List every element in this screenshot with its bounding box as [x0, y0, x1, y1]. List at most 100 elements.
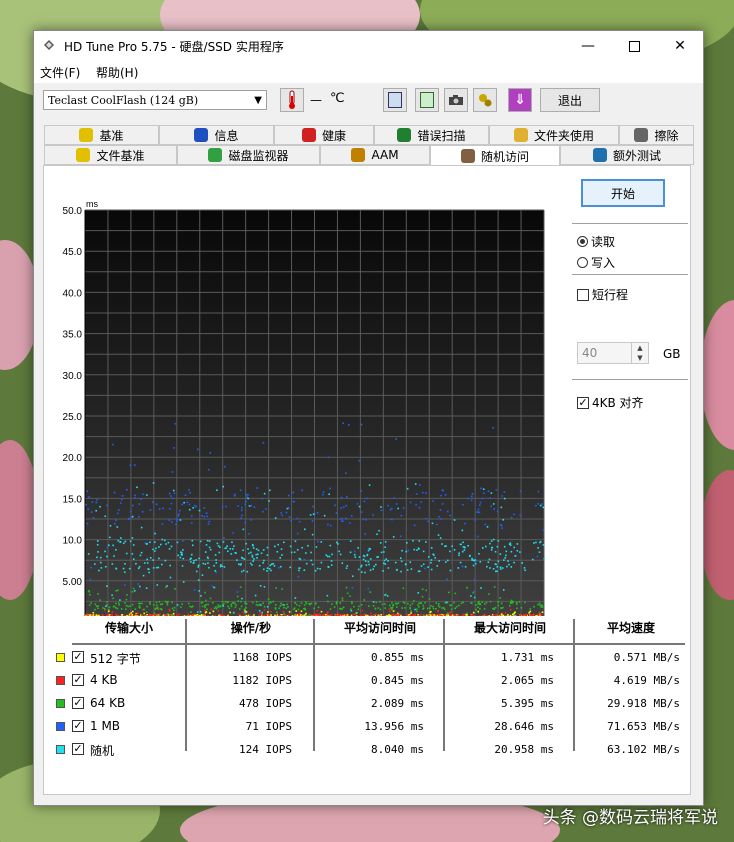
- data-point: [471, 602, 473, 604]
- spin-buttons[interactable]: ▲ ▼: [631, 343, 648, 363]
- data-point: [478, 504, 481, 506]
- start-button[interactable]: 开始: [581, 179, 665, 207]
- data-point: [263, 585, 266, 588]
- data-point: [304, 615, 307, 616]
- copy-image-button[interactable]: [415, 88, 439, 112]
- data-point: [395, 503, 398, 505]
- data-point: [509, 614, 512, 616]
- screenshot-button[interactable]: [444, 88, 468, 112]
- series-checkbox[interactable]: ✓: [72, 651, 84, 663]
- tab-bulb[interactable]: 文件基准: [44, 145, 177, 165]
- data-point: [131, 603, 134, 606]
- bulb-icon: [76, 148, 91, 162]
- data-point: [435, 614, 438, 616]
- data-point: [493, 586, 496, 588]
- tab-random-access[interactable]: 随机访问: [430, 145, 560, 166]
- data-point: [129, 605, 131, 608]
- data-point: [540, 614, 542, 616]
- data-point: [121, 495, 124, 497]
- tab-info[interactable]: 信息: [159, 125, 274, 145]
- data-point: [141, 615, 143, 616]
- minimize-button[interactable]: —: [565, 31, 611, 61]
- data-point: [435, 523, 438, 526]
- write-radio[interactable]: 写入: [577, 254, 615, 271]
- tab-plus[interactable]: 健康: [274, 125, 374, 145]
- data-point: [478, 552, 480, 555]
- menu-file[interactable]: 文件(F): [40, 64, 80, 81]
- data-point: [395, 602, 397, 605]
- data-point: [255, 600, 258, 603]
- data-point: [227, 600, 229, 603]
- data-point: [451, 545, 454, 548]
- data-point: [278, 615, 281, 616]
- spin-down-icon[interactable]: ▼: [632, 353, 648, 363]
- data-point: [165, 613, 168, 616]
- iops-value: 124 IOPS: [239, 743, 292, 756]
- data-point: [424, 517, 427, 520]
- options-button[interactable]: [473, 88, 497, 112]
- tab-magnifier[interactable]: 错误扫描: [374, 125, 489, 145]
- tab-speaker[interactable]: AAM: [320, 145, 430, 165]
- drive-select[interactable]: Teclast CoolFlash (124 gB) ▼: [43, 90, 267, 110]
- data-point: [363, 599, 366, 601]
- data-point: [323, 615, 326, 616]
- data-point: [143, 608, 145, 611]
- copy-text-button[interactable]: [383, 88, 407, 112]
- y-tick-label: 50.0: [63, 206, 83, 217]
- data-point: [230, 553, 233, 555]
- data-point: [410, 568, 413, 570]
- data-point: [370, 612, 372, 614]
- maximize-button[interactable]: [611, 31, 657, 61]
- tab-grid[interactable]: 额外测试: [560, 145, 694, 165]
- data-point: [95, 614, 98, 616]
- data-point: [243, 614, 245, 616]
- tab-trash[interactable]: 擦除: [619, 125, 694, 145]
- data-point: [516, 549, 519, 552]
- data-point: [231, 602, 234, 604]
- data-point: [331, 553, 333, 556]
- data-point: [227, 550, 229, 553]
- save-button[interactable]: ⇓: [508, 88, 532, 112]
- data-point: [151, 501, 154, 504]
- data-point: [237, 600, 240, 602]
- tab-folder[interactable]: 文件夹使用: [489, 125, 619, 145]
- data-point: [268, 567, 271, 570]
- data-point: [169, 576, 172, 579]
- series-checkbox[interactable]: ✓: [72, 697, 84, 709]
- data-point: [481, 547, 484, 549]
- data-point: [235, 604, 237, 606]
- exit-button[interactable]: 退出: [540, 88, 600, 112]
- align-4kb-checkbox[interactable]: ✓ 4KB 对齐: [577, 394, 644, 411]
- temperature-button[interactable]: [280, 88, 304, 112]
- short-stroke-checkbox[interactable]: 短行程: [577, 286, 628, 303]
- read-radio[interactable]: 读取: [577, 233, 615, 250]
- data-point: [410, 612, 412, 614]
- data-point: [269, 489, 271, 492]
- short-stroke-input[interactable]: 40 ▲ ▼: [577, 342, 649, 364]
- tab-monitor-chart[interactable]: 磁盘监视器: [177, 145, 320, 165]
- data-point: [298, 520, 301, 523]
- data-point: [115, 519, 117, 522]
- data-point: [488, 593, 490, 595]
- data-point: [282, 610, 285, 613]
- iops-value: 1182 IOPS: [232, 674, 292, 687]
- menu-help[interactable]: 帮助(H): [96, 64, 138, 81]
- data-point: [158, 508, 161, 510]
- data-point: [443, 615, 446, 616]
- spin-up-icon[interactable]: ▲: [632, 343, 648, 353]
- data-point: [214, 570, 217, 572]
- series-checkbox[interactable]: ✓: [72, 743, 84, 755]
- data-point: [117, 602, 120, 604]
- data-point: [229, 611, 232, 614]
- data-point: [288, 516, 291, 518]
- tab-label: 磁盘监视器: [228, 148, 289, 163]
- data-point: [473, 596, 476, 599]
- series-checkbox[interactable]: ✓: [72, 674, 84, 686]
- series-checkbox[interactable]: ✓: [72, 720, 84, 732]
- tab-bulb[interactable]: 基准: [44, 125, 159, 145]
- data-point: [135, 562, 137, 565]
- data-point: [120, 608, 123, 610]
- read-radio-dot: [577, 236, 588, 247]
- close-button[interactable]: ✕: [657, 31, 703, 61]
- data-point: [420, 565, 423, 567]
